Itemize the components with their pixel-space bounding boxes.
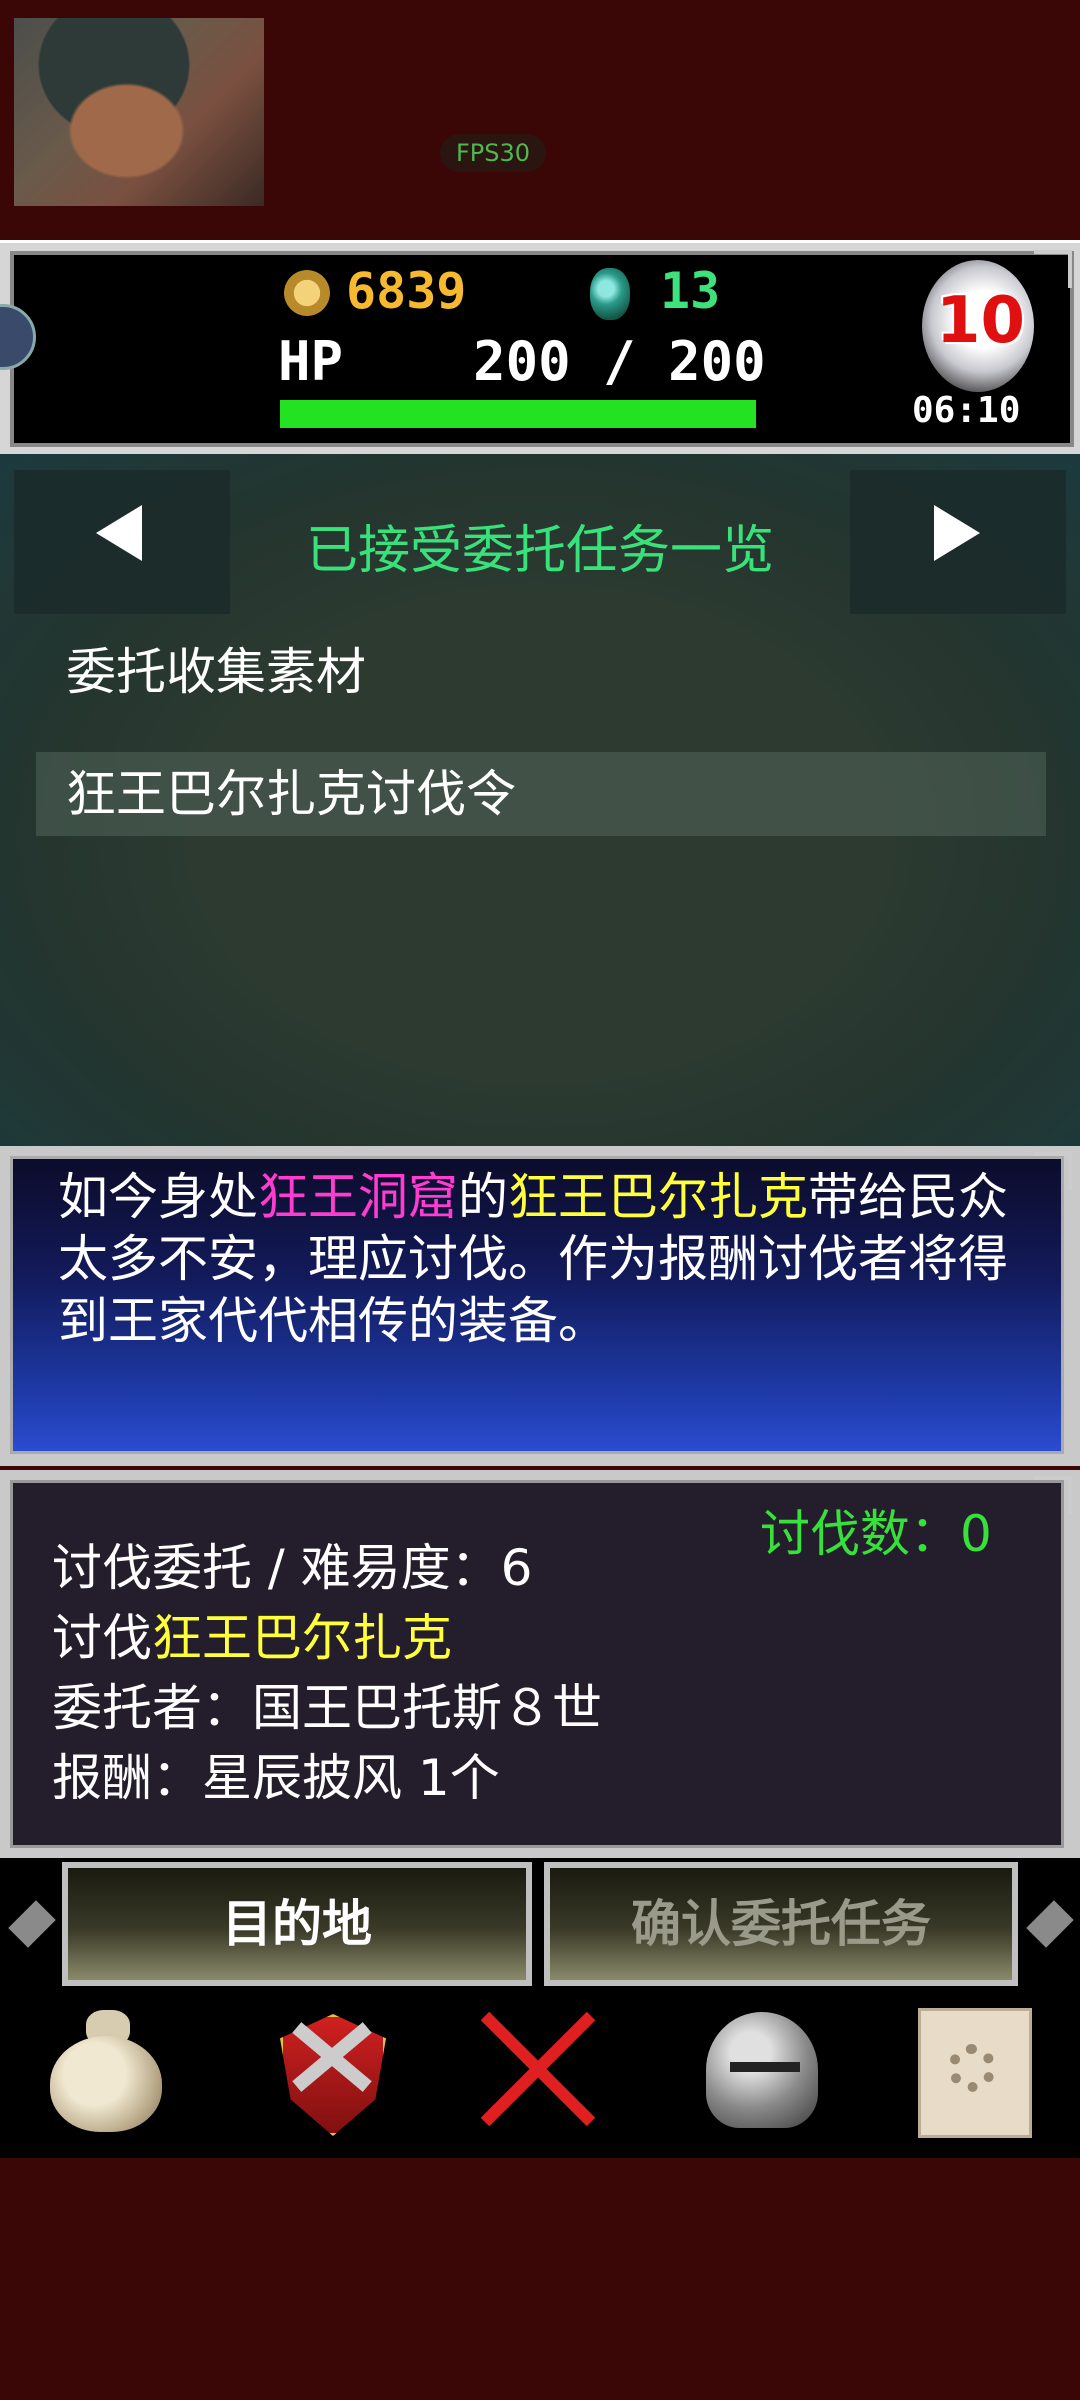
quest-reward: 报酬：星辰披风 1个 [52,1749,500,1807]
frame-corner-icon [1034,250,1072,288]
right-triangle-icon[interactable] [934,505,980,561]
quest-list-item[interactable]: 委托收集素材 [36,630,1046,714]
boss-name: 狂王巴尔扎克 [508,1168,808,1226]
coin-icon [284,270,330,316]
map-scroll-icon[interactable] [906,2000,1036,2140]
gem-count: 13 [660,262,721,320]
hood-shape [14,18,264,206]
location-name: 狂王洞窟 [258,1168,458,1226]
confirm-quest-button[interactable]: 确认委托任务 [544,1862,1018,1986]
day-number: 10 [936,284,1026,358]
target-prefix: 讨伐 [52,1609,152,1667]
hp-readout: HP 200 / 200 [278,330,766,393]
quest-difficulty: 讨伐委托 / 难易度：6 [52,1539,533,1597]
hero-portrait[interactable] [14,18,264,206]
quest-list-item-selected[interactable]: 狂王巴尔扎克讨伐令 [36,752,1046,836]
frame-corner-icon [1034,1152,1072,1190]
gold-count: 6839 [346,262,467,320]
shield-swords-icon[interactable] [266,2000,396,2140]
quest-description: 如今身处狂王洞窟的狂王巴尔扎克带给民众太多不安，理应讨伐。作为报酬讨伐者将得到王… [58,1166,1018,1352]
helmet-icon[interactable] [696,2000,826,2140]
kill-count: 讨伐数：0 [760,1505,992,1563]
description-text: 的 [458,1168,508,1226]
quest-target: 讨伐狂王巴尔扎克 [52,1598,452,1670]
game-time: 06:10 [912,390,1021,431]
left-triangle-icon[interactable] [96,505,142,561]
bag-icon[interactable] [42,2000,172,2140]
left-ornament-icon [2,1862,62,1986]
close-icon[interactable] [472,2000,602,2140]
quest-list-title: 已接受委托任务一览 [305,521,774,581]
hp-bar [280,400,756,428]
description-text: 如今身处 [58,1168,258,1226]
hp-bar-fill [280,400,756,428]
destination-button[interactable]: 目的地 [62,1862,532,1986]
right-ornament-icon [1020,1862,1080,1986]
quest-client: 委托者：国王巴托斯８世 [52,1679,602,1737]
day-moon-icon[interactable]: 10 [902,254,1036,404]
target-name: 狂王巴尔扎克 [152,1609,452,1667]
frame-corner-icon [1034,1476,1072,1514]
fps-badge: FPS30 [440,134,546,172]
gem-icon [590,268,630,320]
